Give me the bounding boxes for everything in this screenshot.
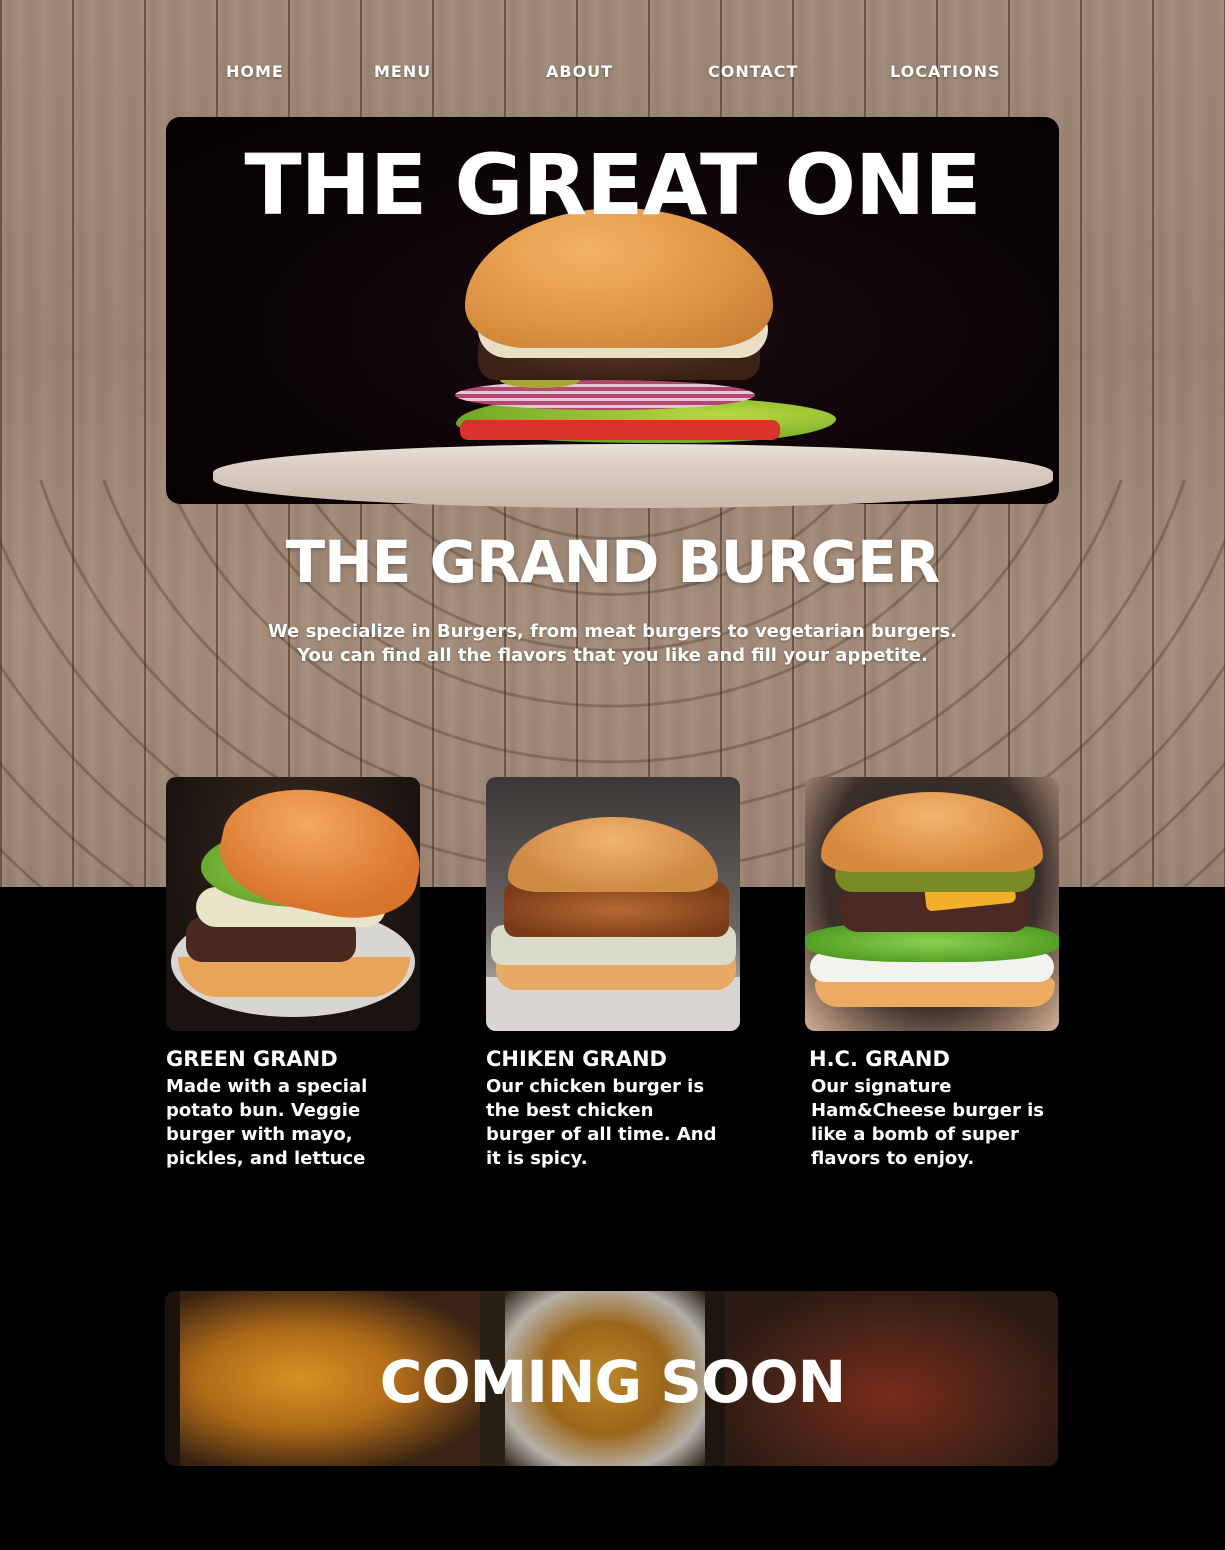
intro-title: THE GRAND BURGER: [285, 528, 941, 596]
card-line: Made with a special: [166, 1076, 368, 1097]
card-line: Ham&Cheese burger is: [811, 1100, 1044, 1121]
coming-soon-title: COMING SOON: [379, 1348, 846, 1416]
nav-about-link[interactable]: ABOUT: [546, 62, 613, 81]
card-line: like a bomb of super: [811, 1124, 1019, 1145]
intro-line-2: You can find all the flavors that you li…: [297, 645, 928, 666]
card-line: Our chicken burger is: [486, 1076, 705, 1097]
card-line: the best chicken: [486, 1100, 654, 1121]
nav-contact-link[interactable]: CONTACT: [708, 62, 798, 81]
card-line: Our signature: [811, 1076, 952, 1097]
menu-card-chiken-grand[interactable]: CHIKEN GRAND Our chicken burger is the b…: [486, 777, 740, 1171]
nav-home-link[interactable]: HOME: [226, 62, 284, 81]
menu-card-hc-grand[interactable]: H.C. GRAND Our signature Ham&Cheese burg…: [805, 777, 1059, 1171]
card-title: CHIKEN GRAND: [486, 1047, 667, 1071]
burger-onion: [455, 380, 755, 410]
card-line: burger of all time. And: [486, 1124, 717, 1145]
burger-plate: [213, 444, 1053, 508]
card-line: pickles, and lettuce: [166, 1148, 366, 1169]
card-title: GREEN GRAND: [166, 1047, 338, 1071]
hero-title: THE GREAT ONE: [244, 136, 981, 234]
card-description: Our chicken burger is the best chicken b…: [486, 1075, 740, 1171]
card-description: Our signature Ham&Cheese burger is like …: [805, 1075, 1059, 1171]
intro-line-1: We specialize in Burgers, from meat burg…: [267, 621, 958, 642]
nav-locations-link[interactable]: LOCATIONS: [890, 62, 1001, 81]
burger-tomato: [460, 420, 780, 440]
card-line: burger with mayo,: [166, 1124, 353, 1145]
card-description: Made with a special potato bun. Veggie b…: [166, 1075, 420, 1171]
main-nav: HOME MENU ABOUT CONTACT LOCATIONS: [0, 62, 1225, 86]
intro-text: We specialize in Burgers, from meat burg…: [0, 620, 1225, 668]
card-line: flavors to enjoy.: [811, 1148, 975, 1169]
bottom-bun-shape: [178, 957, 410, 997]
chiken-grand-image: [486, 777, 740, 1031]
card-line: it is spicy.: [486, 1148, 588, 1169]
green-grand-image: [166, 777, 420, 1031]
card-line: potato bun. Veggie: [166, 1100, 361, 1121]
card-title: H.C. GRAND: [809, 1047, 950, 1071]
nav-menu-link[interactable]: MENU: [374, 62, 431, 81]
top-bun-shape: [508, 817, 718, 892]
top-bun-shape: [821, 792, 1043, 872]
menu-card-green-grand[interactable]: GREEN GRAND Made with a special potato b…: [166, 777, 420, 1171]
hc-grand-image: [805, 777, 1059, 1031]
